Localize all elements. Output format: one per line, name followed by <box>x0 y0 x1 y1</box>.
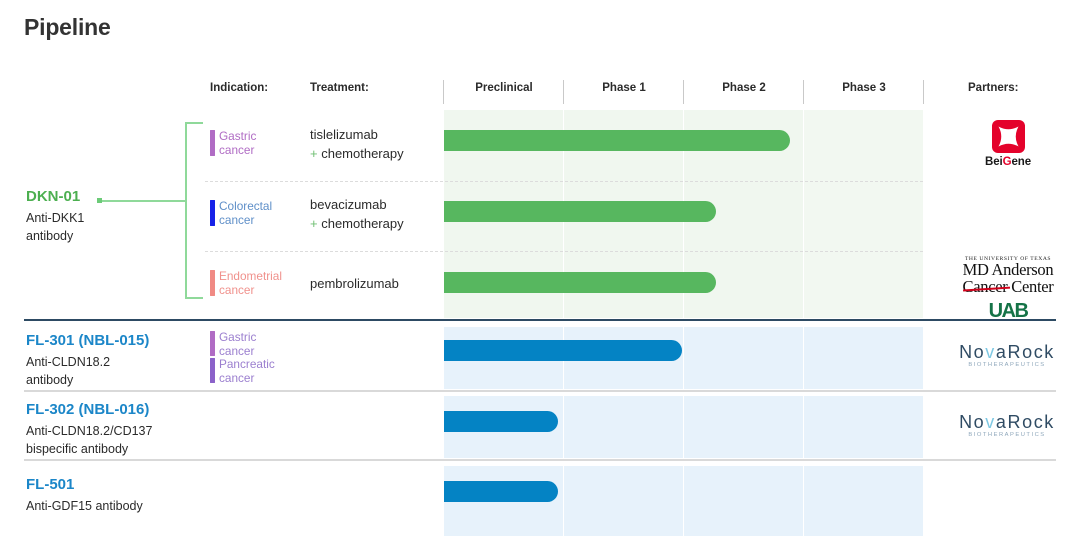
chart-column-bg-phase3 <box>804 110 923 318</box>
indication-label: Colorectal cancer <box>219 200 272 228</box>
section-divider-main <box>24 319 1056 321</box>
progress-bar-dkn01-gastric <box>444 130 790 151</box>
indication-color-swatch <box>210 270 215 296</box>
treatment-line-2-wrap: + chemotherapy <box>310 215 404 234</box>
treatment-line-2: chemotherapy <box>321 216 403 231</box>
header-tick <box>803 80 804 104</box>
indication-color-swatch <box>210 358 215 383</box>
chart-column-bg-phase3 <box>804 396 923 458</box>
program-description: Anti-CLDN18.2/CD137 bispecific antibody <box>26 422 152 458</box>
beigene-word-part-b: ene <box>1011 156 1031 168</box>
program-description: Anti-GDF15 antibody <box>26 497 143 515</box>
treatment-plus-sign: + <box>310 216 318 231</box>
treatment-line-1: bevacizumab <box>310 196 404 215</box>
indication-cell-fl301-pancreatic: Pancreatic cancer <box>210 358 275 384</box>
header-tick <box>923 80 924 104</box>
beigene-word-part-a: Bei <box>985 156 1003 168</box>
progress-bar-fl301 <box>444 340 682 361</box>
program-name: DKN-01 <box>26 188 84 207</box>
column-header-phase-2: Phase 2 <box>684 82 804 94</box>
chart-column-bg-phase3 <box>804 466 923 536</box>
progress-bar-fl302 <box>444 411 558 432</box>
indication-color-swatch <box>210 130 215 156</box>
chart-column-bg-phase2 <box>684 327 803 389</box>
treatment-cell-dkn01-colorectal: bevacizumab + chemotherapy <box>310 196 404 234</box>
program-label-fl-301: FL-301 (NBL-015) Anti-CLDN18.2 antibody <box>26 332 149 389</box>
program-description: Anti-DKK1 antibody <box>26 209 84 245</box>
column-header-preclinical: Preclinical <box>444 82 564 94</box>
bracket-arrow-marker <box>97 198 102 203</box>
indication-label: Gastric cancer <box>219 331 256 359</box>
program-label-dkn-01: DKN-01 Anti-DKK1 antibody <box>26 188 84 245</box>
program-name: FL-301 (NBL-015) <box>26 332 149 351</box>
header-tick <box>443 80 444 104</box>
row-divider <box>24 459 1056 461</box>
indication-color-swatch <box>210 200 215 226</box>
header-tick <box>683 80 684 104</box>
bracket-top-stub <box>185 122 203 124</box>
beigene-wordmark: BeiGene <box>948 156 1068 168</box>
chart-column-bg-phase3 <box>804 327 923 389</box>
treatment-line-1: tislelizumab <box>310 126 404 145</box>
bracket-bottom-stub <box>185 297 203 299</box>
indication-cell-dkn01-gastric: Gastric cancer <box>210 130 256 158</box>
chart-column-bg-phase2 <box>684 396 803 458</box>
program-description: Anti-CLDN18.2 antibody <box>26 353 149 389</box>
indication-cell-fl301-gastric: Gastric cancer <box>210 331 256 357</box>
treatment-cell-dkn01-gastric: tislelizumab + chemotherapy <box>310 126 404 164</box>
beigene-star-icon <box>992 120 1025 153</box>
column-header-phase-1: Phase 1 <box>564 82 684 94</box>
novarock-word-part-b: aRock <box>996 412 1055 432</box>
novarock-word-part-a: No <box>959 342 985 362</box>
treatment-line-1: pembrolizumab <box>310 275 399 294</box>
treatment-plus-sign: + <box>310 146 318 161</box>
treatment-line-2-wrap: + chemotherapy <box>310 145 404 164</box>
treatment-line-2: chemotherapy <box>321 146 403 161</box>
treatment-cell-dkn01-endometrial: pembrolizumab <box>310 275 399 294</box>
column-header-phase-3: Phase 3 <box>804 82 924 94</box>
partner-logo-mdanderson: THE UNIVERSITY OF TEXAS MD Anderson Canc… <box>944 256 1072 323</box>
indication-cell-dkn01-endometrial: Endometrial cancer <box>210 270 282 298</box>
chart-column-bg-phase1 <box>564 396 683 458</box>
indication-label: Pancreatic cancer <box>219 358 275 386</box>
program-label-fl-501: FL-501 Anti-GDF15 antibody <box>26 476 143 515</box>
indication-cell-dkn01-colorectal: Colorectal cancer <box>210 200 272 228</box>
mdanderson-line-2: Cancer Center <box>963 279 1054 296</box>
column-header-treatment: Treatment: <box>310 82 369 94</box>
program-name: FL-501 <box>26 476 143 495</box>
progress-bar-fl501 <box>444 481 558 502</box>
novarock-word-part-b: aRock <box>996 342 1055 362</box>
progress-bar-dkn01-colorectal <box>444 201 716 222</box>
novarock-word-part-v: v <box>985 342 996 362</box>
column-header-partners: Partners: <box>968 82 1019 94</box>
chart-column-bg-phase1 <box>564 466 683 536</box>
novarock-word-part-a: No <box>959 412 985 432</box>
pipeline-page: Pipeline Indication: Treatment: Partners… <box>0 0 1080 547</box>
bracket-connector-line <box>100 200 186 202</box>
program-label-fl-302: FL-302 (NBL-016) Anti-CLDN18.2/CD137 bis… <box>26 401 152 458</box>
beigene-mark-icon <box>992 120 1025 153</box>
page-title: Pipeline <box>24 14 111 41</box>
chart-column-bg-phase2 <box>684 466 803 536</box>
indication-color-swatch <box>210 331 215 356</box>
bracket-vertical <box>185 122 187 299</box>
mdanderson-rest-word: Center <box>1007 277 1053 296</box>
partner-logo-novarock-fl301: NovaRock BIOTHERAPEUTICS <box>944 342 1070 368</box>
row-divider <box>24 390 1056 392</box>
row-separator <box>205 251 923 252</box>
program-name: FL-302 (NBL-016) <box>26 401 152 420</box>
indication-label: Gastric cancer <box>219 130 256 158</box>
row-separator <box>205 181 923 182</box>
partner-logo-novarock-fl302: NovaRock BIOTHERAPEUTICS <box>944 412 1070 438</box>
column-header-indication: Indication: <box>210 82 268 94</box>
progress-bar-dkn01-endometrial <box>444 272 716 293</box>
novarock-wordmark: NovaRock <box>944 412 1070 433</box>
novarock-wordmark: NovaRock <box>944 342 1070 363</box>
header-tick <box>563 80 564 104</box>
novarock-word-part-v: v <box>985 412 996 432</box>
indication-label: Endometrial cancer <box>219 270 282 298</box>
partner-logo-beigene: BeiGene <box>948 120 1068 168</box>
